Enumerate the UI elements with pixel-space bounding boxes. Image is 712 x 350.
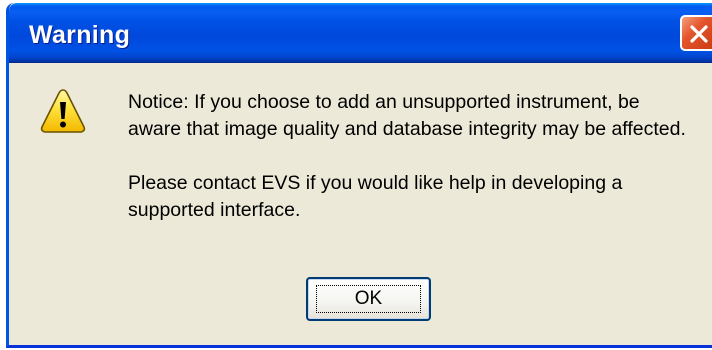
message-text: Notice: If you choose to add an unsuppor… — [128, 89, 688, 251]
warning-icon — [40, 89, 86, 133]
contact-paragraph: Please contact EVS if you would like hel… — [128, 172, 623, 221]
dialog-body: Notice: If you choose to add an unsuppor… — [9, 63, 712, 345]
notice-paragraph: Notice: If you choose to add an unsuppor… — [128, 91, 686, 140]
warning-dialog: Warning Notice: If you choose to add an … — [6, 3, 712, 348]
close-icon — [690, 25, 708, 43]
ok-button-label: OK — [316, 285, 421, 313]
title-bar[interactable]: Warning — [9, 3, 712, 63]
window-title: Warning — [29, 21, 131, 49]
ok-button[interactable]: OK — [306, 277, 431, 321]
close-button[interactable] — [680, 15, 712, 51]
